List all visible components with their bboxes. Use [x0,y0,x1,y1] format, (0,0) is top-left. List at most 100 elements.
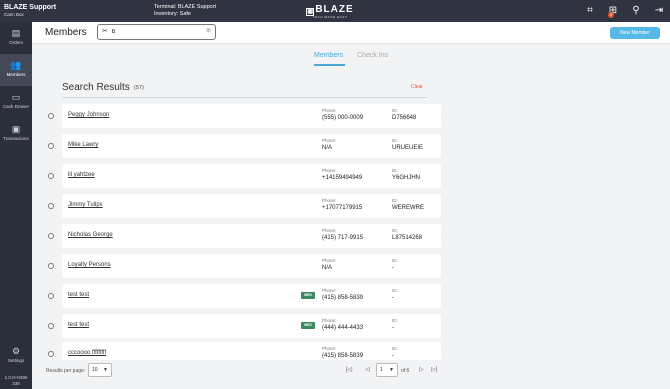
id-label: ID: [392,288,398,293]
top-icons: ⌗ ⊞ 0 ⚲ ⇥ [583,4,666,18]
member-row[interactable]: Jimmy Tulips Phone: +17077179915 ID: WER… [62,194,441,218]
phone-label: Phone: [322,288,337,293]
phone-label: Phone: [322,258,337,263]
clear-button[interactable]: Clear [411,84,423,90]
barcode-scan-icon[interactable]: ⌗ [583,4,597,18]
sidebar-item-label: Transactions [3,136,29,141]
phone-label: Phone: [322,228,337,233]
brand: BLAZE Support Carin Box [4,4,56,17]
gear-icon: ⚙ [11,346,21,356]
search-box[interactable]: ✂ ⊗ [97,24,216,40]
chevron-down-icon: ▼ [103,367,108,373]
member-row[interactable]: Mike Lawry Phone: N/A ID: URUEUEIE [62,134,441,158]
member-phone: (415) 858-5839 [322,353,364,359]
clear-search-icon[interactable]: ⊗ [206,27,211,34]
phone-label: Phone: [322,138,337,143]
member-name[interactable]: Mike Lawry [68,142,98,148]
member-name[interactable]: test test [68,292,89,298]
member-radio[interactable] [48,113,54,119]
med-badge: MED [301,292,315,299]
cart-icon[interactable]: ⊞ 0 [606,4,620,18]
phone-label: Phone: [322,168,337,173]
sidebar-item-cash-drawer[interactable]: ▭ Cash Drawer [0,86,32,118]
tab-check-ins[interactable]: Check Ins [357,52,388,59]
prev-page-icon[interactable]: ◁ [365,366,370,373]
member-name[interactable]: Nicholas George [68,232,113,238]
sidebar-item-label: Members [6,72,26,77]
logout-icon[interactable]: ⇥ [652,4,666,18]
id-label: ID: [392,168,398,173]
inventory-label: Inventory: Safe [154,11,191,17]
next-page-icon[interactable]: ▷ [419,366,424,373]
phone-label: Phone: [322,346,337,351]
member-radio[interactable] [48,203,54,209]
member-phone: (444) 444-4433 [322,325,364,331]
sidebar-item-label: Cash Drawer [2,104,30,109]
member-row[interactable]: test test MED Phone: (444) 444-4433 ID: … [62,314,441,338]
sidebar-item-members[interactable]: 👥 Members [0,54,32,86]
first-page-icon[interactable]: |◁ [346,366,352,373]
member-phone: (555) 000-0009 [322,115,364,121]
id-label: ID: [392,108,398,113]
sidebar-item-settings[interactable]: ⚙ Settings [0,346,32,363]
logo-text: BLAZE [315,4,354,15]
version-info: 1.0.0+0495 338 [0,375,32,387]
version-build: 338 [12,381,20,386]
member-radio[interactable] [48,293,54,299]
active-tab-indicator [314,64,345,66]
page-header: Members ✂ ⊗ New Member [32,22,670,44]
member-row[interactable]: Loyalty Persons Phone: N/A ID: - [62,254,441,278]
search-scan-icon: ✂ [102,28,108,35]
member-phone: +14159494949 [322,175,363,181]
member-row[interactable]: lil yahtzee Phone: +14159494949 ID: Y6GH… [62,164,441,188]
results-title: Search Results [62,82,130,93]
member-name[interactable]: Jimmy Tulips [68,202,103,208]
page-select[interactable]: 1 ▼ [376,363,398,377]
member-radio[interactable] [48,263,54,269]
member-name[interactable]: test test [68,322,89,328]
last-page-icon[interactable]: ▷| [431,366,437,373]
sidebar-item-transactions[interactable]: ▣ Transactions [0,118,32,150]
member-name[interactable]: lil yahtzee [68,172,95,178]
page-total: of 6 [401,368,410,374]
page-title: Members [45,27,87,38]
member-phone: (415) 858-5839 [322,295,364,301]
member-radio[interactable] [48,323,54,329]
member-name[interactable]: cccoooo fffffffff [68,350,106,356]
member-radio[interactable] [48,143,54,149]
transactions-icon: ▣ [11,124,21,134]
member-id: - [392,353,394,359]
divider [62,97,427,98]
member-id: D756648 [392,115,417,121]
member-id: L87514268 [392,235,423,241]
member-id: - [392,265,394,271]
member-row[interactable]: Peggy Johnson Phone: (555) 000-0009 ID: … [62,104,441,128]
notification-badge: 0 [608,12,614,18]
id-label: ID: [392,138,398,143]
sidebar-item-orders[interactable]: ▤ Orders [0,22,32,54]
results-count: (57) [134,85,144,91]
med-badge: MED [301,322,315,329]
member-row[interactable]: cccoooo fffffffff Phone: (415) 858-5839 … [62,342,441,360]
member-phone: (415) 717-9915 [322,235,364,241]
brand-name: BLAZE Support [4,4,57,11]
new-member-button[interactable]: New Member [610,27,660,39]
settings-label: Settings [7,358,25,363]
id-label: ID: [392,198,398,203]
pin-icon[interactable]: ⚲ [629,4,643,18]
member-radio[interactable] [48,173,54,179]
results-per-page-select[interactable]: 10 ▼ [88,363,112,377]
member-radio[interactable] [48,351,54,357]
search-input[interactable] [112,27,202,37]
phone-label: Phone: [322,198,337,203]
member-row[interactable]: test test MED Phone: (415) 858-5839 ID: … [62,284,441,308]
id-label: ID: [392,228,398,233]
member-row[interactable]: Nicholas George Phone: (415) 717-9915 ID… [62,224,441,248]
member-name[interactable]: Peggy Johnson [68,112,109,118]
member-name[interactable]: Loyalty Persons [68,262,111,268]
member-radio[interactable] [48,233,54,239]
member-id: URUEUEIE [392,145,424,151]
phone-label: Phone: [322,318,337,323]
tab-members[interactable]: Members [314,52,343,59]
brand-subtitle: Carin Box [4,12,24,17]
